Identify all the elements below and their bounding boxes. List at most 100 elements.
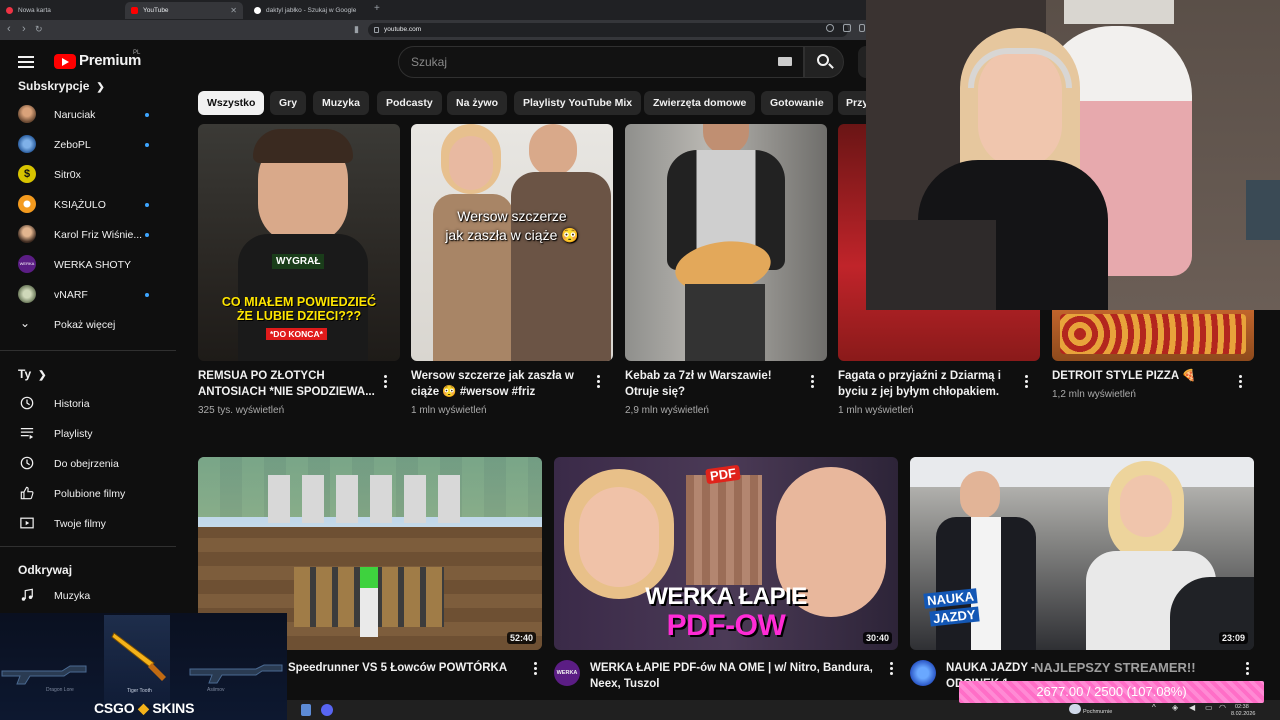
menu-icon[interactable] bbox=[18, 56, 34, 68]
voice-search-button[interactable] bbox=[858, 46, 866, 78]
history-icon bbox=[20, 396, 34, 410]
channel-avatar bbox=[18, 195, 36, 213]
video-thumbnail[interactable]: NAUKA JAZDY 23:09 bbox=[910, 457, 1254, 650]
tab-new-tab[interactable]: Nowa karta bbox=[0, 2, 122, 19]
chip-all[interactable]: Wszystko bbox=[198, 91, 265, 115]
back-icon[interactable]: ‹ bbox=[7, 23, 11, 35]
subscription-item[interactable]: WERKA WERKA SHOTY bbox=[18, 250, 158, 280]
more-options-icon[interactable] bbox=[384, 375, 388, 389]
channel-avatar bbox=[18, 135, 36, 153]
show-more-label: Pokaż więcej bbox=[54, 319, 116, 331]
you-heading[interactable]: Ty ❯ bbox=[18, 367, 47, 381]
more-options-icon[interactable] bbox=[1025, 375, 1029, 389]
forward-icon[interactable]: › bbox=[22, 23, 26, 35]
sidebar-item-history[interactable]: Historia bbox=[18, 389, 168, 419]
new-content-dot bbox=[145, 203, 149, 207]
subscriptions-heading[interactable]: Subskrypcje ❯ bbox=[18, 79, 105, 93]
subscription-item[interactable]: ZeboPL bbox=[18, 130, 158, 160]
search-input[interactable]: Szukaj bbox=[398, 46, 804, 78]
thumbnail-text: Wersow szczerze bbox=[457, 208, 567, 224]
sidebar-item-liked-videos[interactable]: Polubione filmy bbox=[18, 479, 168, 509]
chip-youtube-mix[interactable]: Playlisty YouTube Mix bbox=[514, 91, 642, 115]
subscription-item[interactable]: Naruciak bbox=[18, 100, 158, 130]
tab-google-search[interactable]: daktyl jabłko - Szukaj w Google bbox=[248, 2, 370, 19]
streamer-webcam bbox=[866, 0, 1280, 310]
thumbs-up-icon bbox=[20, 486, 34, 500]
thumbnail-pizza bbox=[1060, 314, 1246, 354]
new-content-dot bbox=[145, 293, 149, 297]
taskbar-app-icon[interactable] bbox=[301, 704, 311, 716]
show-more-button[interactable]: ⌄ Pokaż więcej bbox=[18, 310, 168, 340]
tab-label: daktyl jabłko - Szukaj w Google bbox=[266, 7, 357, 14]
zoom-icon[interactable] bbox=[826, 24, 834, 32]
more-options-icon[interactable] bbox=[1246, 662, 1250, 676]
extensions-icon[interactable] bbox=[859, 24, 865, 32]
video-title[interactable]: REMSUA PO ZŁOTYCH ANTOSIACH *NIE SPODZIE… bbox=[198, 368, 378, 400]
sidebar-item-your-videos[interactable]: Twoje filmy bbox=[18, 509, 168, 539]
video-thumbnail[interactable] bbox=[625, 124, 827, 361]
thumbnail-face bbox=[449, 136, 493, 190]
video-duration: 30:40 bbox=[862, 632, 892, 644]
video-thumbnail[interactable]: WYGRAŁ CO MIAŁEM POWIEDZIEĆ ŻE LUBIE DZI… bbox=[198, 124, 400, 361]
address-bar[interactable]: youtube.com bbox=[368, 23, 848, 37]
sidebar-item-playlists[interactable]: Playlisty bbox=[18, 419, 168, 449]
sidebar-item-music[interactable]: Muzyka bbox=[18, 581, 168, 611]
explore-heading: Odkrywaj bbox=[18, 563, 73, 577]
channel-avatar[interactable]: WERKA bbox=[554, 660, 580, 686]
playlist-icon bbox=[20, 428, 34, 440]
channel-name: vNARF bbox=[54, 289, 88, 301]
subscription-item[interactable]: Karol Friz Wiśnie... bbox=[18, 220, 158, 250]
chip-cooking[interactable]: Gotowanie bbox=[761, 91, 833, 115]
chip-podcasts[interactable]: Podcasty bbox=[377, 91, 442, 115]
skin-label: Tiger Tooth bbox=[127, 688, 152, 694]
brand-part: CSGO bbox=[94, 700, 135, 716]
video-title[interactable]: Speedrunner VS 5 Łowców POWTÓRKA bbox=[288, 660, 528, 676]
new-tab-icon[interactable]: + bbox=[374, 3, 380, 14]
more-options-icon[interactable] bbox=[811, 375, 815, 389]
tab-label: Nowa karta bbox=[18, 7, 51, 14]
chevron-right-icon: ❯ bbox=[96, 82, 105, 93]
subscription-item[interactable]: KSIĄŻULO bbox=[18, 190, 158, 220]
chevron-right-icon: ❯ bbox=[38, 370, 47, 381]
chip-more[interactable]: Przy bbox=[838, 91, 866, 115]
chip-games[interactable]: Gry bbox=[270, 91, 307, 115]
tab-youtube[interactable]: YouTube ✕ bbox=[125, 2, 243, 19]
music-icon bbox=[21, 588, 33, 601]
more-options-icon[interactable] bbox=[597, 375, 601, 389]
keyboard-icon[interactable] bbox=[778, 57, 792, 66]
csgo-skins-logo: CSGO ◆ SKINS bbox=[94, 700, 194, 717]
chip-live[interactable]: Na żywo bbox=[447, 91, 508, 115]
close-tab-icon[interactable]: ✕ bbox=[230, 2, 237, 19]
search-button[interactable] bbox=[804, 46, 844, 78]
reload-icon[interactable]: ↻ bbox=[35, 24, 43, 35]
channel-avatar bbox=[18, 105, 36, 123]
subscription-item[interactable]: vNARF bbox=[18, 280, 158, 310]
video-thumbnail[interactable]: Wersow szczerze jak zaszła w ciąże 😳 bbox=[411, 124, 613, 361]
tray-chevron-icon[interactable]: ^ bbox=[1152, 703, 1156, 712]
install-app-icon[interactable] bbox=[843, 24, 851, 32]
more-options-icon[interactable] bbox=[534, 662, 538, 676]
video-title[interactable]: DETROIT STYLE PIZZA 🍕 bbox=[1052, 368, 1232, 384]
discord-icon[interactable] bbox=[321, 704, 333, 716]
subscription-item[interactable]: $ Sitr0x bbox=[18, 160, 158, 190]
skin-label: Dragon Lore bbox=[46, 687, 74, 693]
chip-pets[interactable]: Zwierzęta domowe bbox=[644, 91, 756, 115]
video-title[interactable]: WERKA ŁAPIE PDF-ów NA OME | w/ Nitro, Ba… bbox=[590, 660, 880, 692]
more-options-icon[interactable] bbox=[890, 662, 894, 676]
new-content-dot bbox=[145, 233, 149, 237]
date-text: 8.02.2026 bbox=[1231, 711, 1256, 717]
video-title[interactable]: Kebab za 7zł w Warszawie! Otruje się? bbox=[625, 368, 805, 400]
sub-goal-bar: 2677.00 / 2500 (107.08%) bbox=[959, 681, 1264, 703]
more-options-icon[interactable] bbox=[1239, 375, 1243, 389]
sidebar-item-watch-later[interactable]: Do obejrzenia bbox=[18, 449, 168, 479]
bookmark-icon[interactable]: ▮ bbox=[354, 24, 359, 35]
chip-music[interactable]: Muzyka bbox=[313, 91, 369, 115]
sidebar-divider bbox=[0, 350, 176, 351]
channel-name: ZeboPL bbox=[54, 139, 91, 151]
weather-icon bbox=[1069, 704, 1081, 714]
video-thumbnail[interactable]: PDF WERKA ŁAPIE PDF-OW 30:40 bbox=[554, 457, 898, 650]
video-title[interactable]: Wersow szczerze jak zaszła w ciąże 😳 #we… bbox=[411, 368, 591, 400]
channel-avatar[interactable] bbox=[910, 660, 936, 686]
video-title[interactable]: Fagata o przyjaźni z Dziarmą i byciu z j… bbox=[838, 368, 1018, 400]
network-icon: ◈ bbox=[1172, 703, 1179, 712]
